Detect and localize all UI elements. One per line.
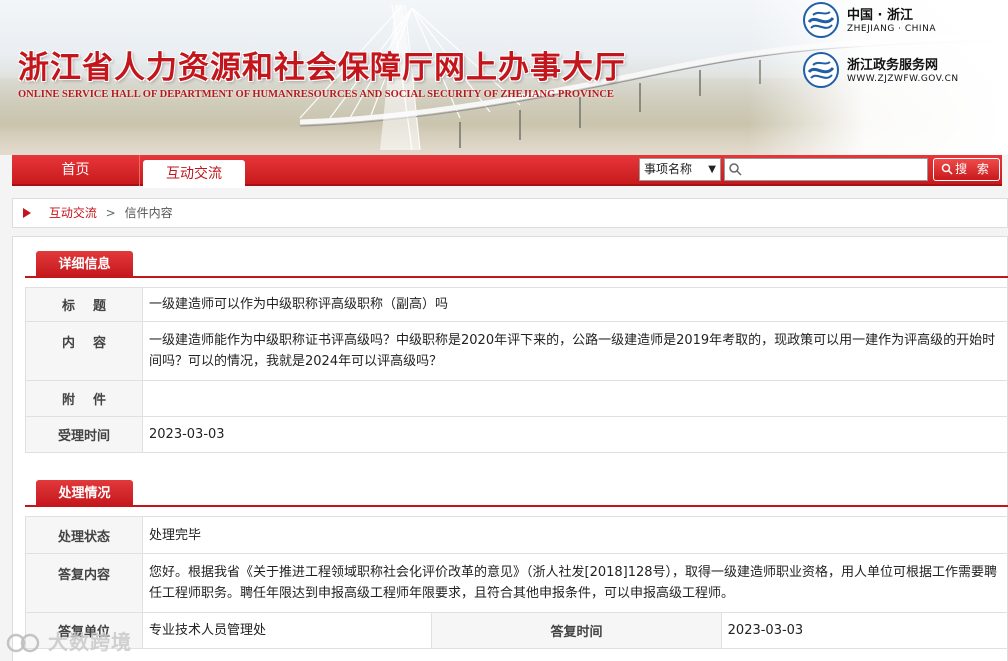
label-title: 标 题 <box>25 287 143 322</box>
table-row: 处理状态 处理完毕 <box>25 516 1008 554</box>
label-attachment: 附 件 <box>25 380 143 417</box>
value-reply: 您好。根据我省《关于推进工程领域职称社会化评价改革的意见》（浙人社发[2018]… <box>142 553 1008 613</box>
value-reply-unit: 专业技术人员管理处 <box>141 612 433 649</box>
value-accept-time: 2023-03-03 <box>142 416 1008 453</box>
site-title: 浙江省人力资源和社会保障厅网上办事大厅 <box>18 50 626 86</box>
label-status: 处理状态 <box>25 516 143 554</box>
table-row: 内 容 一级建造师能作为中级职称证书评高级吗？中级职称是2020年评下来的，公路… <box>25 321 1008 381</box>
section-title-details: 详细信息 <box>36 251 133 278</box>
breadcrumb: 互动交流 > 信件内容 <box>12 198 1008 228</box>
tab-home[interactable]: 首页 <box>12 155 140 186</box>
gov-link-cn: 中国 · 浙江 <box>847 8 913 23</box>
value-reply-time: 2023-03-03 <box>720 612 1008 649</box>
table-row: 答复单位 专业技术人员管理处 答复时间 2023-03-03 <box>25 612 1008 649</box>
table-row: 附 件 <box>25 380 1008 417</box>
label-reply-time: 答复时间 <box>431 612 722 649</box>
section-header-processing: 处理情况 <box>25 476 1008 507</box>
header-banner: 浙江省人力资源和社会保障厅网上办事大厅 ONLINE SERVICE HALL … <box>0 0 1008 155</box>
breadcrumb-link-interaction[interactable]: 互动交流 <box>49 206 97 220</box>
watermark: 大数跨境 <box>6 626 132 656</box>
gov-links: 中国 · 浙江 ZHEJIANG · CHINA 浙江政务服务网 WWW.ZJZ… <box>800 0 1008 100</box>
gov-link-en: WWW.ZJZWFW.GOV.CN <box>847 74 959 84</box>
search-icon <box>729 163 742 176</box>
search-icon <box>941 163 953 175</box>
site-title-english: ONLINE SERVICE HALL OF DEPARTMENT OF HUM… <box>18 89 614 100</box>
watermark-logo-icon <box>6 633 40 653</box>
label-reply: 答复内容 <box>25 553 143 613</box>
value-status: 处理完毕 <box>142 516 1008 554</box>
table-row: 答复内容 您好。根据我省《关于推进工程领域职称社会化评价改革的意见》（浙人社发[… <box>25 553 1008 613</box>
value-content: 一级建造师能作为中级职称证书评高级吗？中级职称是2020年评下来的，公路一级建造… <box>142 321 1008 381</box>
search-category-select[interactable]: 事项名称 ▼ <box>639 158 721 181</box>
value-title: 一级建造师可以作为中级职称评高级职称（副高）吗 <box>142 287 1008 322</box>
value-attachment <box>142 380 1008 417</box>
gov-link-zhejiang-china[interactable]: 中国 · 浙江 ZHEJIANG · CHINA <box>800 0 1008 44</box>
details-table: 标 题 一级建造师可以作为中级职称评高级职称（副高）吗 内 容 一级建造师能作为… <box>25 287 1008 453</box>
search-button-label: 搜 索 <box>955 162 992 176</box>
section-header-details: 详细信息 <box>25 247 1008 278</box>
label-content: 内 容 <box>25 321 143 381</box>
gov-link-en: ZHEJIANG · CHINA <box>847 24 936 34</box>
zhejiang-logo-icon <box>803 2 839 38</box>
processing-table: 处理状态 处理完毕 答复内容 您好。根据我省《关于推进工程领域职称社会化评价改革… <box>25 516 1008 649</box>
letter-detail-panel: 详细信息 标 题 一级建造师可以作为中级职称评高级职称（副高）吗 内 容 一级建… <box>12 236 1008 661</box>
search-category-value: 事项名称 <box>644 162 693 176</box>
breadcrumb-current: 信件内容 <box>124 206 173 220</box>
table-row: 标 题 一级建造师可以作为中级职称评高级职称（副高）吗 <box>25 287 1008 322</box>
breadcrumb-separator: > <box>105 206 116 220</box>
tab-interaction[interactable]: 互动交流 <box>143 160 245 188</box>
search-input[interactable] <box>724 158 928 181</box>
table-row: 受理时间 2023-03-03 <box>25 416 1008 453</box>
zhejiang-service-logo-icon <box>803 52 839 88</box>
watermark-text: 大数跨境 <box>48 630 132 654</box>
label-accept-time: 受理时间 <box>25 416 143 453</box>
main-nav: 首页 互动交流 事项名称 ▼ 搜 索 <box>12 155 1002 188</box>
triangle-right-icon <box>23 208 31 218</box>
section-title-processing: 处理情况 <box>36 480 133 507</box>
search-button[interactable]: 搜 索 <box>933 158 1000 181</box>
chevron-down-icon: ▼ <box>708 164 716 175</box>
gov-link-zjzwfw[interactable]: 浙江政务服务网 WWW.ZJZWFW.GOV.CN <box>800 50 1008 94</box>
gov-link-cn: 浙江政务服务网 <box>847 58 939 73</box>
